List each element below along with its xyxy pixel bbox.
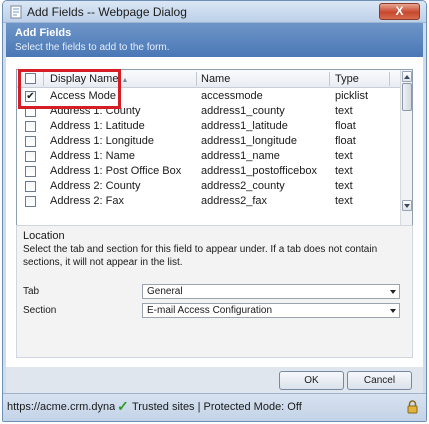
row-name: address2_fax [201,195,268,207]
dialog-header: Add Fields Select the fields to add to t… [6,23,423,57]
row-name: address1_name [201,150,280,162]
cancel-button[interactable]: Cancel [347,371,412,390]
security-zone-status[interactable]: Trusted sites | Protected Mode: Off [132,401,302,413]
row-name: address1_county [201,105,285,117]
row-type: text [335,180,353,192]
row-name: address1_postofficebox [201,165,317,177]
dialog-footer: OK Cancel [6,367,423,393]
row-name: accessmode [201,90,263,102]
column-header-type[interactable]: Type [335,73,359,85]
row-type: text [335,105,353,117]
section-label: Section [23,305,57,316]
sort-ascending-icon: ▲ [121,77,129,84]
row-type: text [335,165,353,177]
row-type: float [335,120,356,132]
scroll-down-arrow-icon [404,204,410,208]
section-select[interactable]: E-mail Access Configuration [142,303,400,318]
table-row[interactable]: Address 1: Name address1_name text [17,149,402,164]
row-name: address2_county [201,180,285,192]
row-type: text [335,150,353,162]
webpage-dialog: Add Fields -- Webpage Dialog X Add Field… [2,0,427,422]
window-title: Add Fields -- Webpage Dialog [27,5,187,19]
ie-page-icon [10,5,22,19]
section-select-value: E-mail Access Configuration [147,305,273,316]
row-name: address1_longitude [201,135,298,147]
row-display-name: Address 1: Latitude [50,120,145,132]
row-display-name: Address 2: Fax [50,195,124,207]
dialog-subtitle: Select the fields to add to the form. [15,42,170,53]
row-checkbox[interactable] [25,196,36,207]
row-display-name: Address 2: County [50,180,141,192]
ok-button[interactable]: OK [279,371,344,390]
row-type: float [335,135,356,147]
chevron-down-icon [390,309,396,313]
row-display-name: Address 1: Post Office Box [50,165,182,177]
row-display-name: Address 1: Name [50,150,135,162]
row-checkbox[interactable] [25,181,36,192]
tab-label: Tab [23,286,40,297]
row-name: address1_latitude [201,120,288,132]
column-separator [196,72,197,86]
annotation-highlight-box [18,69,121,109]
title-bar[interactable]: Add Fields -- Webpage Dialog X [3,1,426,23]
row-checkbox[interactable] [25,136,36,147]
status-url: https://acme.crm.dynamics [7,401,115,413]
chevron-down-icon [390,290,396,294]
location-description: Select the tab and section for this fiel… [23,244,378,268]
row-checkbox[interactable] [25,121,36,132]
scroll-down-button[interactable] [402,200,412,211]
table-row[interactable]: Address 2: Fax address2_fax text [17,194,402,209]
location-section: Location Select the tab and section for … [16,225,413,358]
tab-select[interactable]: General [142,284,400,299]
tab-select-value: General [147,286,183,297]
dialog-content: Display Name ▲ Name Type ✔ Access Mode ac… [6,57,423,367]
table-row[interactable]: Address 1: Latitude address1_latitude fl… [17,119,402,134]
row-checkbox[interactable] [25,151,36,162]
table-row[interactable]: Address 1: Longitude address1_longitude … [17,134,402,149]
row-type: text [335,195,353,207]
scroll-up-button[interactable] [402,71,412,82]
column-separator [389,72,390,86]
column-separator [329,72,330,86]
lock-icon[interactable] [407,400,418,414]
row-type: picklist [335,90,369,102]
close-button[interactable]: X [379,3,420,20]
row-display-name: Address 1: Longitude [50,135,154,147]
scroll-thumb[interactable] [402,83,412,111]
status-bar: https://acme.crm.dynamics ✓ Trusted site… [3,393,426,421]
row-checkbox[interactable] [25,166,36,177]
location-title: Location [23,230,65,242]
table-row[interactable]: Address 1: Post Office Box address1_post… [17,164,402,179]
column-header-name[interactable]: Name [201,73,230,85]
dialog-title: Add Fields [15,27,72,39]
trusted-check-icon: ✓ [117,398,129,414]
table-row[interactable]: Address 2: County address2_county text [17,179,402,194]
scroll-up-arrow-icon [404,75,410,79]
